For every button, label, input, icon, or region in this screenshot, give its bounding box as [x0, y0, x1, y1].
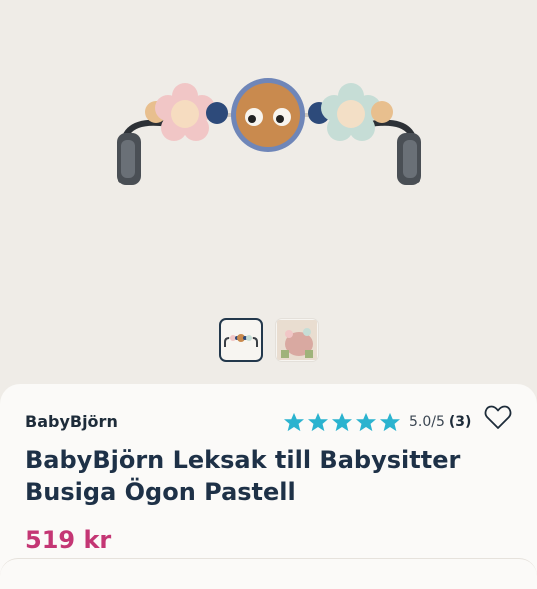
brand-name[interactable]: BabyBjörn	[25, 412, 118, 431]
product-price: 519 kr	[25, 526, 112, 554]
product-image[interactable]	[0, 0, 537, 300]
star-icon	[380, 412, 400, 432]
rating-score: 5.0/5	[409, 414, 445, 430]
thumbnail-toy-bar[interactable]	[218, 318, 263, 362]
thumbnail-lifestyle[interactable]	[274, 318, 319, 362]
product-info-card: BabyBjörn 5.0/5 (3) BabyBjörn Leksak til…	[0, 384, 537, 584]
heart-outline-icon[interactable]	[484, 404, 512, 430]
thumbnail-strip	[0, 318, 537, 362]
star-icon	[356, 412, 376, 432]
star-icon	[284, 412, 304, 432]
star-rating	[283, 412, 401, 432]
product-title: BabyBjörn Leksak till Babysitter Busiga …	[25, 446, 461, 506]
review-count: (3)	[448, 414, 472, 430]
rating-summary[interactable]: 5.0/5 (3)	[283, 412, 471, 432]
star-icon	[332, 412, 352, 432]
thumbnail-lifestyle-image	[276, 320, 317, 360]
thumbnail-toy-bar-image	[223, 334, 258, 347]
product-gallery	[0, 0, 537, 385]
bottom-sheet-edge	[0, 558, 537, 589]
star-icon	[308, 412, 328, 432]
